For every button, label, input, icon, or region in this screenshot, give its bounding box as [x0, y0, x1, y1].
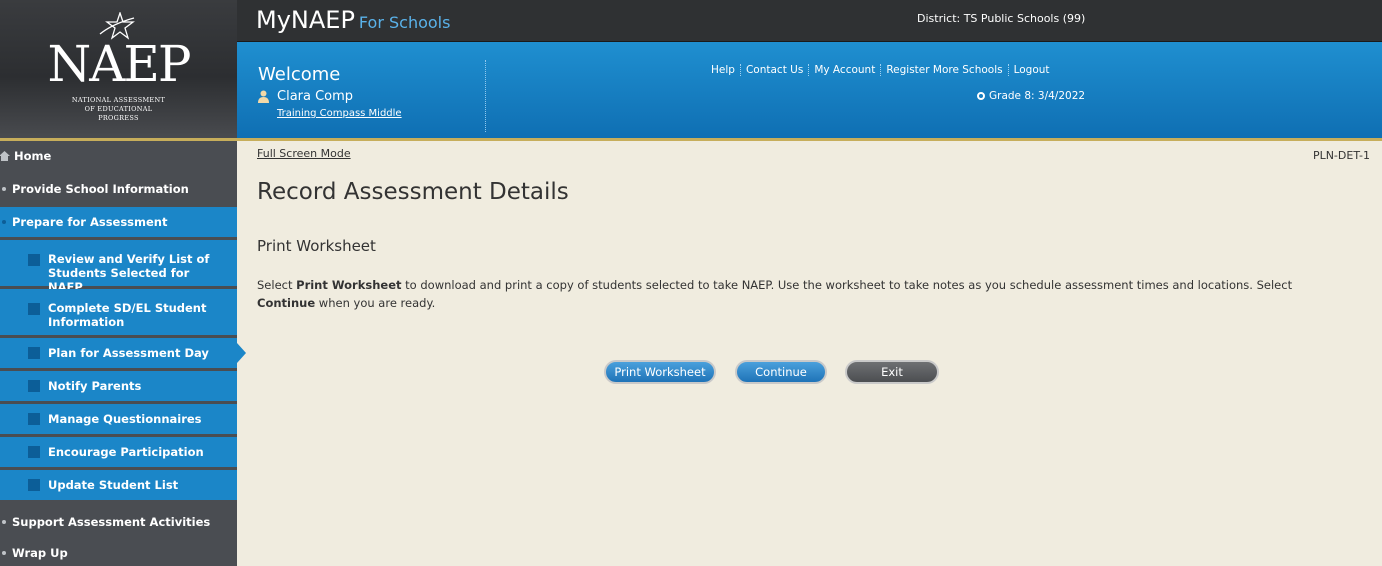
logout-link[interactable]: Logout [1007, 64, 1055, 76]
sidebar-item-update-student-list[interactable]: Update Student List [0, 470, 237, 500]
full-screen-mode-link[interactable]: Full Screen Mode [257, 147, 351, 160]
brand-name: MyNAEP [256, 6, 355, 34]
page-title: Record Assessment Details [257, 179, 569, 205]
square-bullet-icon [28, 303, 40, 315]
user-icon [258, 90, 269, 103]
bullet-icon [2, 187, 6, 191]
square-bullet-icon [28, 347, 40, 359]
print-worksheet-button[interactable]: Print Worksheet [604, 360, 716, 384]
user-info: Clara Comp [258, 89, 353, 104]
top-bar: MyNAEP For Schools District: TS Public Sc… [237, 0, 1382, 42]
brand-suffix: For Schools [358, 13, 451, 32]
contact-us-link[interactable]: Contact Us [739, 64, 808, 76]
bullet-icon [2, 520, 6, 524]
sidebar-item-prepare-for-assessment[interactable]: Prepare for Assessment [0, 207, 237, 237]
main-content: Full Screen Mode PLN-DET-1 Record Assess… [237, 141, 1382, 566]
logo-tagline: NATIONAL ASSESSMENT OF EDUCATIONAL PROGR… [71, 96, 166, 122]
sidebar-item-support-assessment-activities[interactable]: Support Assessment Activities [0, 507, 237, 537]
grade-selector[interactable]: Grade 8: 3/4/2022 [977, 90, 1085, 102]
sidebar-item-home[interactable]: Home [0, 141, 237, 171]
home-icon [0, 151, 10, 161]
sidebar-item-wrap-up[interactable]: Wrap Up [0, 540, 237, 566]
welcome-heading: Welcome [258, 64, 341, 85]
square-bullet-icon [28, 254, 40, 266]
section-title: Print Worksheet [257, 237, 376, 255]
continue-button[interactable]: Continue [735, 360, 827, 384]
header-bar: Welcome Clara Comp Training Compass Midd… [237, 42, 1382, 138]
school-link[interactable]: Training Compass Middle [277, 108, 402, 119]
header-links: Help Contact Us My Account Register More… [706, 64, 1055, 76]
grade-label: Grade 8: 3/4/2022 [989, 90, 1086, 102]
naep-logo[interactable]: NAEP NATIONAL ASSESSMENT OF EDUCATIONAL … [0, 0, 237, 140]
page-id: PLN-DET-1 [1312, 149, 1370, 162]
help-link[interactable]: Help [706, 64, 740, 76]
sidebar-item-provide-school-information[interactable]: Provide School Information [0, 174, 237, 204]
sidebar-item-notify-parents[interactable]: Notify Parents [0, 371, 237, 401]
sidebar-item-encourage-participation[interactable]: Encourage Participation [0, 437, 237, 467]
header-divider [485, 60, 486, 132]
app-brand: MyNAEP For Schools [256, 2, 450, 41]
sidebar: Home Provide School Information Prepare … [0, 141, 237, 566]
register-more-schools-link[interactable]: Register More Schools [880, 64, 1007, 76]
exit-button[interactable]: Exit [845, 360, 939, 384]
square-bullet-icon [28, 479, 40, 491]
my-account-link[interactable]: My Account [808, 64, 880, 76]
sidebar-item-complete-sd-el[interactable]: Complete SD/EL Student Information [0, 289, 237, 335]
bullet-icon [2, 551, 6, 555]
square-bullet-icon [28, 380, 40, 392]
sidebar-item-plan-assessment-day[interactable]: Plan for Assessment Day [0, 338, 237, 368]
bullet-icon [2, 220, 6, 224]
radio-circle-icon [977, 92, 985, 100]
logo-wordmark: NAEP [47, 35, 192, 93]
instructions-text: Select Print Worksheet to download and p… [257, 278, 1293, 310]
user-name: Clara Comp [277, 89, 354, 104]
square-bullet-icon [28, 413, 40, 425]
sidebar-item-review-verify-list[interactable]: Review and Verify List of Students Selec… [0, 240, 237, 294]
square-bullet-icon [28, 446, 40, 458]
sidebar-item-manage-questionnaires[interactable]: Manage Questionnaires [0, 404, 237, 434]
district-label: District: TS Public Schools (99) [917, 12, 1086, 25]
